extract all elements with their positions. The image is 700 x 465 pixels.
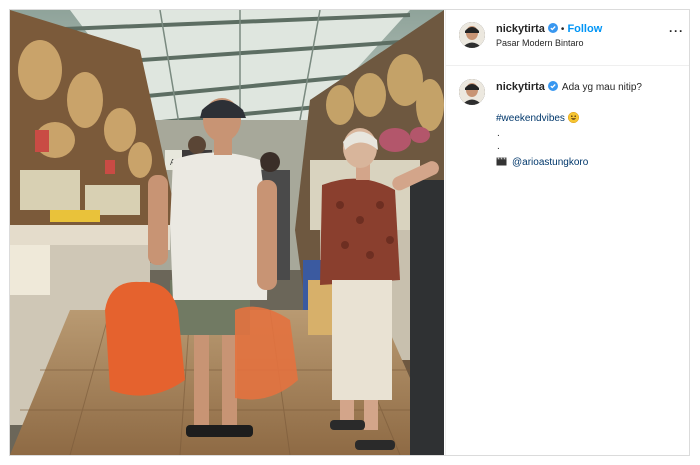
- post-photo[interactable]: AGIN: [10, 10, 444, 455]
- hashtag-link[interactable]: #weekendvibes: [496, 112, 579, 124]
- instagram-post: AGIN: [9, 9, 690, 456]
- photo-credit: @arioastungkoro: [496, 157, 588, 168]
- avatar[interactable]: [459, 22, 485, 48]
- location-link[interactable]: Pasar Modern Bintaro: [496, 38, 584, 48]
- clapperboard-icon: [496, 157, 507, 166]
- caption-line: nickytirta Ada yg mau nitip?: [496, 81, 642, 93]
- caption-dot: .: [497, 141, 500, 152]
- caption-username-link[interactable]: nickytirta: [496, 81, 545, 93]
- grinning-face-icon: [567, 112, 579, 123]
- follow-button[interactable]: Follow: [567, 23, 602, 35]
- caption-text: Ada yg mau nitip?: [561, 82, 642, 93]
- market-scene-image: AGIN: [10, 10, 444, 455]
- separator-dot: •: [560, 24, 565, 35]
- post-header: nickytirta • Follow Pasar Modern Bintaro ·…: [446, 10, 689, 66]
- username-link[interactable]: nickytirta: [496, 23, 545, 35]
- verified-badge-icon: [547, 23, 558, 33]
- post-sidebar: nickytirta • Follow Pasar Modern Bintaro ·…: [445, 10, 689, 455]
- more-options-icon[interactable]: ···: [669, 24, 684, 38]
- caption-dot: .: [497, 128, 500, 139]
- verified-badge-icon: [547, 81, 558, 91]
- hashtag-text[interactable]: #weekendvibes: [496, 113, 565, 124]
- profile-picture-icon: [459, 22, 485, 48]
- caption-avatar[interactable]: [459, 79, 485, 105]
- header-username-line: nickytirta • Follow: [496, 23, 602, 35]
- profile-picture-icon: [459, 79, 485, 105]
- mention-link[interactable]: @arioastungkoro: [512, 157, 588, 168]
